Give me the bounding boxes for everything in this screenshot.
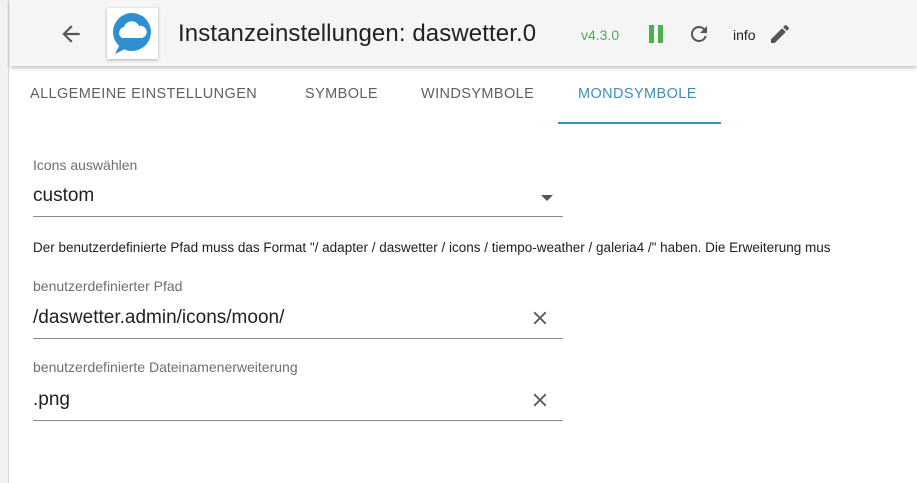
tab-bar: ALLGEMEINE EINSTELLUNGEN SYMBOLE WINDSYM… (10, 66, 917, 124)
tab-windsymbole[interactable]: WINDSYMBOLE (421, 86, 534, 102)
icons-select[interactable]: custom (33, 185, 94, 207)
version-label: v4.3.0 (581, 27, 620, 43)
custom-extension-input[interactable]: .png (33, 389, 70, 411)
adapter-logo (107, 8, 158, 59)
active-tab-indicator (558, 122, 721, 124)
custom-path-label: benutzerdefinierter Pfad (33, 278, 183, 294)
pause-icon (649, 25, 663, 43)
reload-icon (691, 26, 707, 42)
tab-mondsymbole[interactable]: MONDSYMBOLE (578, 86, 697, 102)
close-icon (533, 393, 547, 407)
custom-path-underline (33, 338, 563, 339)
path-help-text: Der benutzerdefinierte Pfad muss das For… (33, 240, 831, 255)
info-label: info (733, 27, 756, 43)
custom-extension-underline (33, 420, 563, 421)
edit-button[interactable] (768, 22, 792, 46)
icons-select-underline (33, 216, 563, 217)
custom-path-input[interactable]: /daswetter.admin/icons/moon/ (33, 307, 284, 329)
close-icon (533, 311, 547, 325)
tab-allgemeine-einstellungen[interactable]: ALLGEMEINE EINSTELLUNGEN (30, 86, 257, 102)
left-border (0, 0, 9, 483)
pause-button[interactable] (646, 24, 666, 44)
custom-extension-label: benutzerdefinierte Dateinamenerweiterung (33, 359, 298, 375)
arrow-left-icon (62, 25, 80, 43)
chevron-down-icon[interactable] (541, 195, 553, 201)
header-bar: Instanzeinstellungen: daswetter.0 v4.3.0… (10, 0, 917, 66)
pencil-icon (771, 24, 790, 43)
cloud-chat-logo (113, 13, 151, 54)
icons-select-label: Icons auswählen (33, 157, 138, 173)
back-button[interactable] (58, 21, 84, 47)
clear-path-button[interactable] (529, 307, 551, 329)
tab-symbole[interactable]: SYMBOLE (305, 86, 378, 102)
page-title: Instanzeinstellungen: daswetter.0 (178, 20, 537, 47)
reload-button[interactable] (687, 22, 711, 46)
clear-extension-button[interactable] (529, 389, 551, 411)
